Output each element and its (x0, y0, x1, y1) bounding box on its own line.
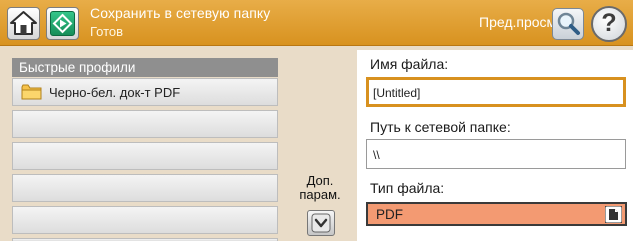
network-path-field[interactable]: \\ (366, 139, 626, 169)
preview-button[interactable] (552, 8, 584, 40)
start-button[interactable] (46, 7, 79, 40)
page-title: Сохранить в сетевую папку (90, 5, 271, 21)
file-type-value: PDF (376, 207, 403, 222)
more-options-line2: парам. (299, 187, 341, 202)
more-options-label: Доп. парам. (291, 174, 349, 202)
help-icon: ? (601, 9, 617, 37)
file-name-field[interactable]: [Untitled] (366, 77, 626, 107)
quick-set-item-empty[interactable] (12, 110, 278, 138)
document-icon (605, 206, 622, 223)
home-icon (10, 11, 37, 35)
file-type-label: Тип файла: (370, 180, 445, 196)
help-button[interactable]: ? (591, 6, 627, 42)
settings-form: Имя файла: [Untitled] Путь к сетевой пап… (357, 50, 633, 241)
folder-icon (21, 84, 42, 100)
quick-sets-title: Быстрые профили (12, 58, 278, 77)
quick-set-item[interactable]: Черно-бел. док-т PDF (12, 78, 278, 106)
more-options-line1: Доп. (306, 173, 334, 188)
home-button[interactable] (7, 7, 40, 40)
chevron-down-icon (311, 213, 331, 233)
file-type-select[interactable]: PDF (366, 202, 627, 226)
more-options-button[interactable] (307, 210, 335, 236)
file-name-label: Имя файла: (370, 56, 449, 72)
quick-set-item-empty[interactable] (12, 174, 278, 202)
header-bar: Сохранить в сетевую папку Готов Пред.про… (0, 0, 633, 46)
start-icon (50, 11, 75, 36)
status-text: Готов (90, 24, 124, 39)
network-path-label: Путь к сетевой папке: (370, 119, 511, 135)
magnifier-icon (557, 12, 580, 35)
quick-set-item-empty[interactable] (12, 142, 278, 170)
quick-set-item-empty[interactable] (12, 206, 278, 234)
quick-sets-panel: Быстрые профили Черно-бел. док-т PDF (12, 50, 278, 241)
quick-set-label: Черно-бел. док-т PDF (49, 85, 181, 100)
preview-label: Пред.просм. (479, 14, 561, 30)
